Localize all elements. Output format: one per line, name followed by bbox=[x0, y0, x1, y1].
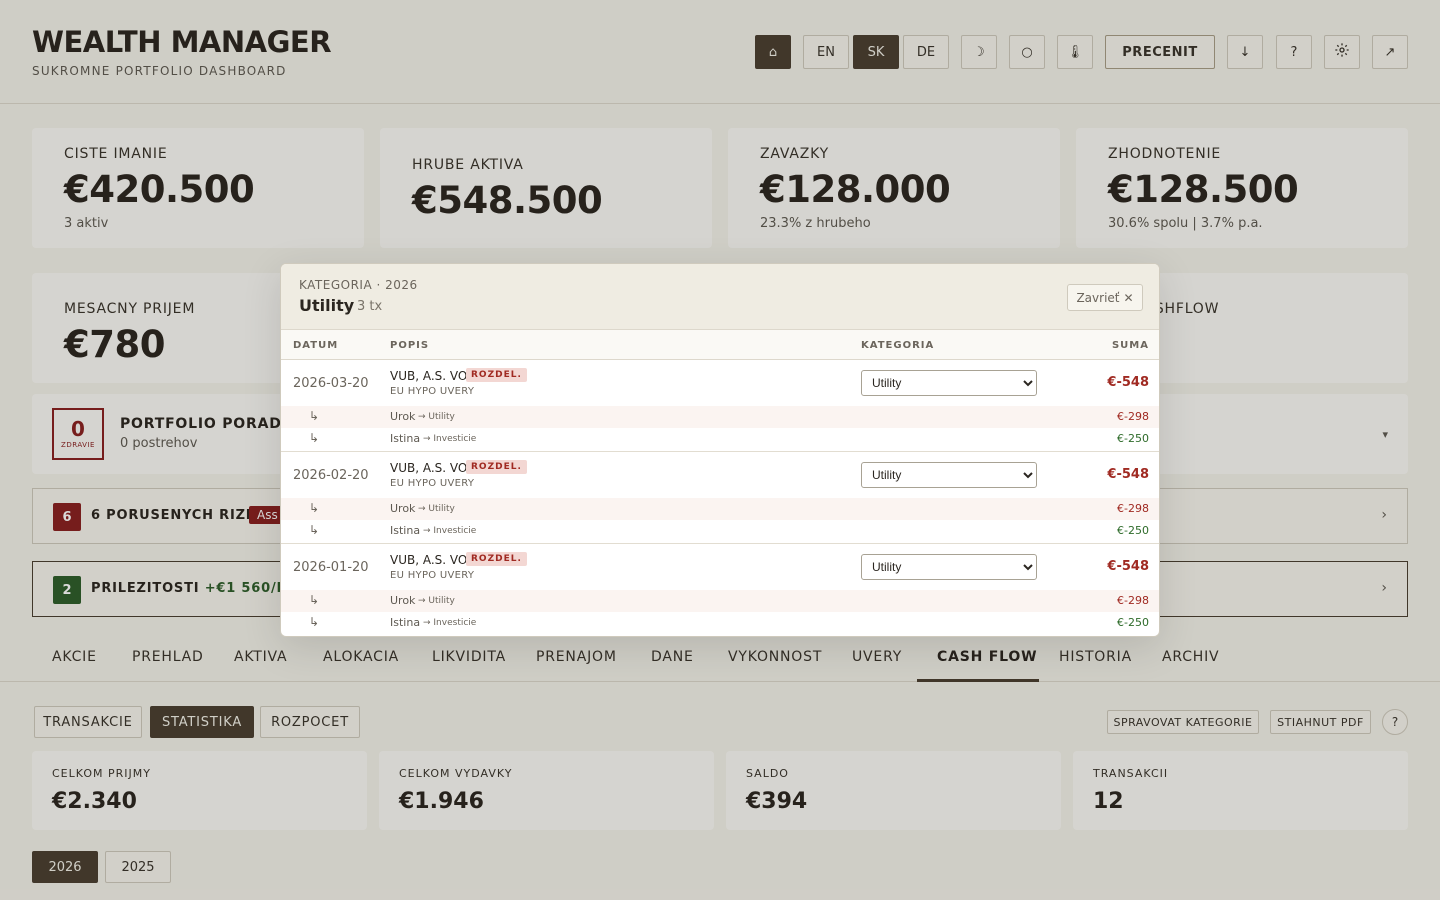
row-description: VUB, A.S. VO bbox=[390, 461, 468, 475]
split-target: → Investicie bbox=[423, 618, 477, 628]
category-select[interactable]: Utility Investicie bbox=[861, 554, 1037, 580]
split-label: Istina bbox=[390, 432, 421, 445]
table-row: 2026-03-20 VUB, A.S. VO ROZDEL. EU HYPO … bbox=[281, 360, 1159, 406]
modal-kicker: KATEGORIA · 2026 bbox=[299, 278, 418, 292]
modal-count: 3 tx bbox=[357, 299, 383, 314]
split-target: → Investicie bbox=[423, 434, 477, 444]
split-row: ↳ Urok → Utility €-298 bbox=[281, 406, 1159, 428]
split-amount: €-298 bbox=[1117, 594, 1149, 607]
row-date: 2026-01-20 bbox=[293, 560, 369, 575]
row-note: EU HYPO UVERY bbox=[390, 478, 475, 489]
split-arrow-icon: ↳ bbox=[309, 431, 320, 445]
split-badge: ROZDEL. bbox=[466, 460, 527, 474]
split-label: Istina bbox=[390, 524, 421, 537]
transaction-group: 2026-03-20 VUB, A.S. VO ROZDEL. EU HYPO … bbox=[281, 360, 1159, 452]
close-button[interactable]: Zavrieť ✕ bbox=[1067, 284, 1143, 311]
split-arrow-icon: ↳ bbox=[309, 523, 320, 537]
split-label: Urok bbox=[390, 594, 416, 607]
split-arrow-icon: ↳ bbox=[309, 593, 320, 607]
category-modal: KATEGORIA · 2026 Utility 3 tx Zavrieť ✕ … bbox=[280, 263, 1160, 637]
col-amount: SUMA bbox=[1111, 340, 1149, 351]
close-label: Zavrieť bbox=[1076, 290, 1120, 305]
row-note: EU HYPO UVERY bbox=[390, 386, 475, 397]
category-select[interactable]: Utility Investicie bbox=[861, 462, 1037, 488]
split-amount: €-250 bbox=[1117, 616, 1149, 629]
split-target: → Investicie bbox=[423, 526, 477, 536]
row-amount: €-548 bbox=[1107, 559, 1149, 574]
split-target: → Utility bbox=[418, 504, 455, 514]
modal-header: KATEGORIA · 2026 Utility 3 tx Zavrieť ✕ bbox=[281, 264, 1159, 330]
split-arrow-icon: ↳ bbox=[309, 501, 320, 515]
split-amount: €-298 bbox=[1117, 502, 1149, 515]
close-icon: ✕ bbox=[1123, 290, 1134, 305]
split-arrow-icon: ↳ bbox=[309, 615, 320, 629]
row-date: 2026-03-20 bbox=[293, 376, 369, 391]
table-header: DATUM POPIS KATEGORIA SUMA bbox=[281, 330, 1159, 360]
row-amount: €-548 bbox=[1107, 467, 1149, 482]
split-row: ↳ Istina → Investicie €-250 bbox=[281, 520, 1159, 542]
row-description: VUB, A.S. VO bbox=[390, 369, 468, 383]
table-row: 2026-01-20 VUB, A.S. VO ROZDEL. EU HYPO … bbox=[281, 544, 1159, 590]
row-note: EU HYPO UVERY bbox=[390, 570, 475, 581]
split-row: ↳ Urok → Utility €-298 bbox=[281, 590, 1159, 612]
split-label: Urok bbox=[390, 410, 416, 423]
table-row: 2026-02-20 VUB, A.S. VO ROZDEL. EU HYPO … bbox=[281, 452, 1159, 498]
col-desc: POPIS bbox=[390, 340, 430, 351]
split-row: ↳ Istina → Investicie €-250 bbox=[281, 612, 1159, 634]
row-date: 2026-02-20 bbox=[293, 468, 369, 483]
transaction-group: 2026-02-20 VUB, A.S. VO ROZDEL. EU HYPO … bbox=[281, 452, 1159, 544]
col-category: KATEGORIA bbox=[861, 340, 935, 351]
split-label: Urok bbox=[390, 502, 416, 515]
split-row: ↳ Urok → Utility €-298 bbox=[281, 498, 1159, 520]
split-amount: €-250 bbox=[1117, 432, 1149, 445]
col-date: DATUM bbox=[293, 340, 339, 351]
split-badge: ROZDEL. bbox=[466, 368, 527, 382]
split-badge: ROZDEL. bbox=[466, 552, 527, 566]
category-select[interactable]: Utility Investicie bbox=[861, 370, 1037, 396]
split-row: ↳ Istina → Investicie €-250 bbox=[281, 428, 1159, 450]
transaction-group: 2026-01-20 VUB, A.S. VO ROZDEL. EU HYPO … bbox=[281, 544, 1159, 636]
split-target: → Utility bbox=[418, 412, 455, 422]
split-amount: €-298 bbox=[1117, 410, 1149, 423]
row-description: VUB, A.S. VO bbox=[390, 553, 468, 567]
modal-title: Utility bbox=[299, 296, 355, 315]
row-amount: €-548 bbox=[1107, 375, 1149, 390]
split-amount: €-250 bbox=[1117, 524, 1149, 537]
split-target: → Utility bbox=[418, 596, 455, 606]
split-label: Istina bbox=[390, 616, 421, 629]
split-arrow-icon: ↳ bbox=[309, 409, 320, 423]
